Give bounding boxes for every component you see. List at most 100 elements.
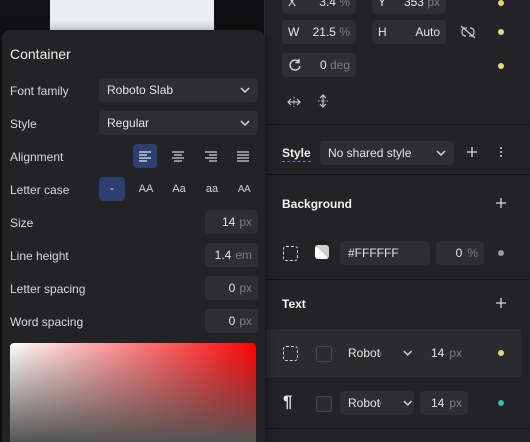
style-label: Style — [282, 146, 311, 162]
size-unit: px — [239, 215, 252, 229]
paragraph-color-swatch[interactable] — [316, 396, 332, 412]
paragraph-size-input[interactable]: 14 px — [420, 391, 468, 415]
align-right-button[interactable] — [199, 144, 223, 168]
width-field[interactable]: W 21.5 % — [282, 20, 356, 44]
chevron-down-icon — [402, 350, 412, 356]
x-position-field[interactable]: X 3.4 % — [282, 0, 356, 14]
text-size-value: 14 — [430, 346, 445, 360]
x-unit: % — [339, 0, 350, 9]
word-spacing-input[interactable]: 0 px — [205, 309, 258, 333]
word-spacing-unit: px — [239, 314, 252, 328]
add-background-icon[interactable] — [495, 197, 507, 209]
y-position-field[interactable]: Y 353 px — [372, 0, 446, 14]
text-row-override-dot — [498, 350, 504, 356]
align-center-button[interactable] — [166, 144, 190, 168]
shared-style-select[interactable]: No shared style — [320, 141, 454, 165]
letter-case-label: Letter case — [10, 183, 70, 197]
paragraph-size-value: 14 — [430, 396, 445, 410]
y-unit: px — [427, 0, 440, 9]
font-family-label: Font family — [10, 84, 69, 98]
letter-spacing-unit: px — [239, 281, 252, 295]
separator — [266, 124, 530, 125]
y-label: Y — [378, 0, 387, 9]
size-override-dot — [498, 29, 504, 35]
background-opacity-input[interactable]: 0 % — [436, 241, 484, 265]
paragraph-size-unit: px — [449, 396, 462, 410]
y-value: 353 — [403, 0, 424, 9]
x-y-override-dot — [498, 0, 504, 6]
x-value: 3.4 — [319, 0, 336, 9]
text-size-unit: px — [449, 346, 462, 360]
background-hex-value: #FFFFFF — [348, 246, 399, 260]
container-selection-icon — [283, 346, 298, 361]
letter-case-none-button[interactable]: - — [99, 177, 125, 201]
letter-spacing-input[interactable]: 0 px — [205, 276, 258, 300]
font-family-select[interactable]: Roboto Slab — [99, 78, 258, 102]
canvas-page-preview — [50, 0, 214, 32]
text-color-swatch[interactable] — [316, 346, 332, 362]
align-justify-icon — [237, 150, 249, 162]
background-opacity-value: 0 — [455, 246, 463, 260]
background-section-title: Background — [282, 197, 353, 211]
add-text-style-icon[interactable] — [495, 297, 507, 309]
letter-case-uppercase-button[interactable]: AA — [133, 177, 159, 201]
letter-spacing-value: 0 — [228, 281, 236, 295]
background-selection-icon[interactable] — [283, 246, 298, 261]
line-height-input[interactable]: 1.4 em — [205, 243, 258, 267]
line-height-label: Line height — [10, 249, 69, 263]
width-label: W — [288, 25, 300, 39]
height-label: H — [378, 25, 387, 39]
letter-case-smallcaps-button[interactable]: AA — [231, 177, 257, 201]
background-hex-input[interactable]: #FFFFFF — [340, 241, 430, 265]
background-color-swatch[interactable] — [315, 245, 329, 259]
align-right-icon — [205, 150, 217, 162]
letter-case-capitalize-button[interactable]: Aa — [166, 177, 192, 201]
font-style-select[interactable]: Regular — [99, 111, 258, 135]
chevron-down-icon — [436, 150, 446, 157]
word-spacing-label: Word spacing — [10, 315, 84, 329]
height-value: Auto — [415, 25, 440, 39]
canvas-strip — [214, 0, 266, 32]
color-picker-saturation-area[interactable] — [10, 343, 256, 442]
text-size-input[interactable]: 14 px — [420, 341, 468, 365]
typography-popover: Container Font family Roboto Slab Style … — [2, 30, 264, 442]
paragraph-status-dot — [498, 400, 504, 406]
unlink-ratio-icon[interactable] — [459, 24, 477, 40]
size-input[interactable]: 14 px — [205, 210, 258, 234]
width-unit: % — [339, 25, 350, 39]
separator — [266, 174, 530, 175]
font-family-value: Roboto Slab — [107, 83, 174, 97]
word-spacing-value: 0 — [228, 314, 236, 328]
rotate-icon — [289, 59, 301, 71]
style-label: Style — [10, 117, 37, 131]
align-left-button[interactable] — [133, 144, 157, 168]
paragraph-font-select[interactable]: Roboto Slab — [340, 391, 414, 415]
background-status-dot — [498, 250, 504, 256]
x-label: X — [288, 0, 297, 9]
add-style-icon[interactable] — [466, 146, 478, 158]
popover-title: Container — [10, 46, 71, 62]
rotation-field[interactable]: 0 deg — [282, 53, 356, 77]
font-style-value: Regular — [107, 116, 150, 130]
text-section-title: Text — [282, 297, 306, 311]
height-field[interactable]: H Auto — [372, 20, 446, 44]
rotation-unit: deg — [329, 58, 350, 72]
rotation-value: 0 — [319, 58, 327, 72]
letter-case-lowercase-button[interactable]: aa — [199, 177, 225, 201]
chevron-down-icon — [240, 120, 250, 127]
paragraph-icon: ¶ — [283, 392, 293, 411]
align-left-icon — [139, 150, 151, 162]
more-options-icon[interactable] — [497, 146, 505, 158]
background-opacity-unit: % — [467, 246, 478, 260]
rotation-override-dot — [498, 63, 504, 69]
size-label: Size — [10, 216, 34, 230]
size-value: 14 — [221, 215, 236, 229]
shared-style-value: No shared style — [328, 146, 412, 160]
align-justify-button[interactable] — [231, 144, 255, 168]
alignment-label: Alignment — [10, 150, 64, 164]
width-value: 21.5 — [312, 25, 336, 39]
text-font-select[interactable]: Roboto Slab — [340, 341, 414, 365]
line-height-value: 1.4 — [214, 248, 232, 262]
flip-vertical-icon[interactable] — [316, 94, 330, 108]
flip-horizontal-icon[interactable] — [287, 95, 301, 109]
